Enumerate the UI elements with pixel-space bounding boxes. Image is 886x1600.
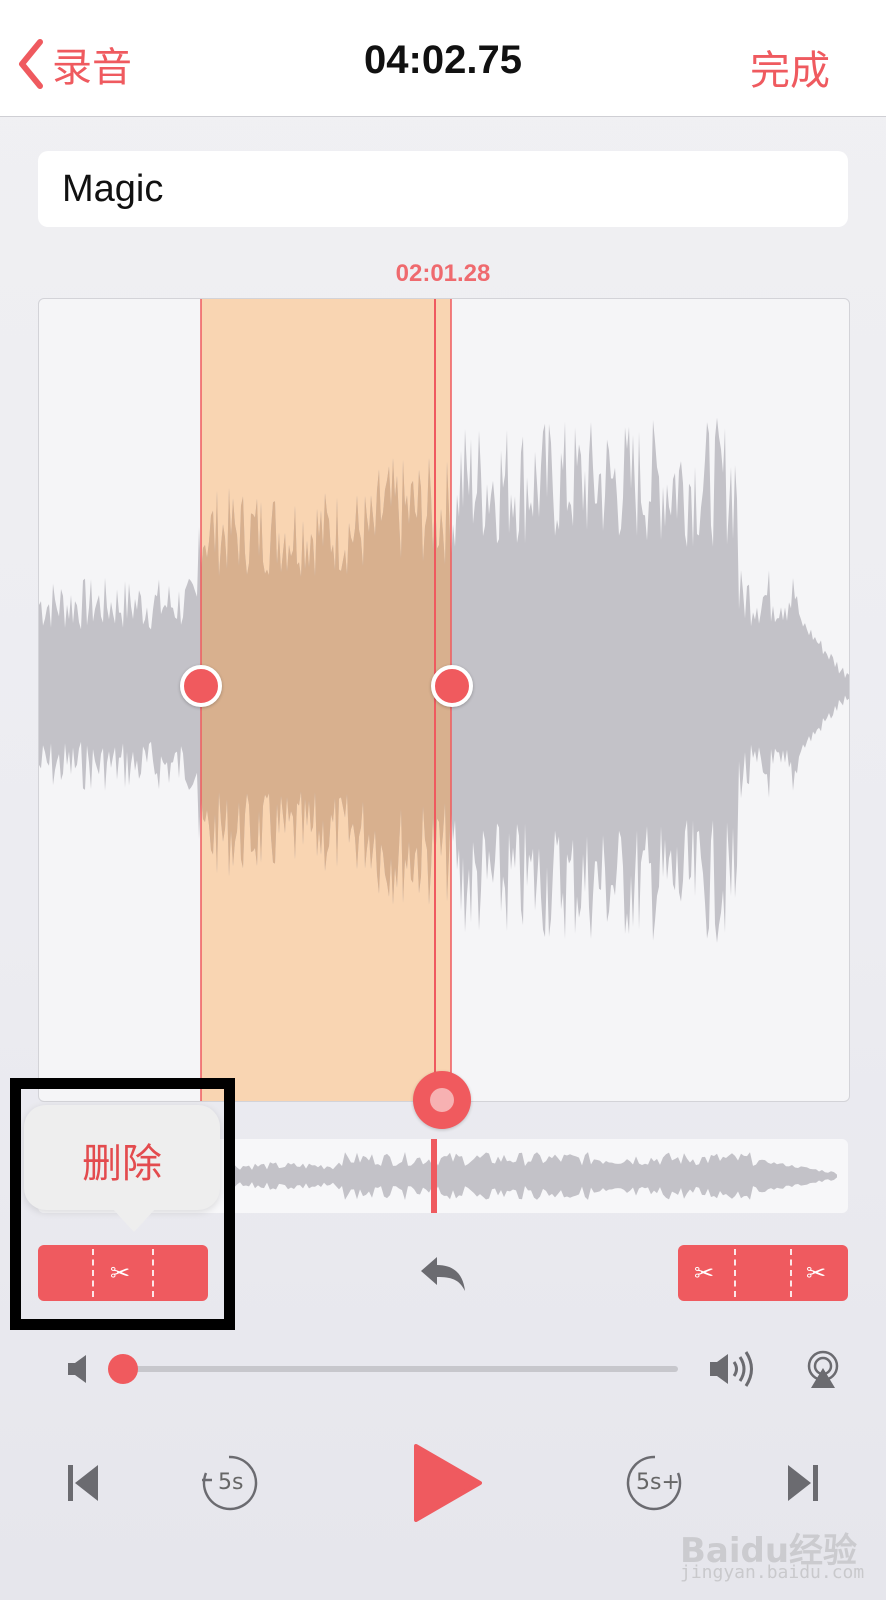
volume-slider-knob[interactable] — [108, 1354, 138, 1384]
annotation-highlight-box — [10, 1078, 235, 1330]
airplay-icon[interactable] — [806, 1350, 840, 1390]
selection-start-handle[interactable] — [180, 665, 222, 707]
scissors-icon: ✂ — [806, 1260, 827, 1287]
skip-back-label: 5s — [218, 1470, 244, 1495]
play-icon[interactable] — [412, 1444, 482, 1522]
volume-slider-track[interactable] — [122, 1366, 678, 1372]
done-button[interactable]: 完成 — [750, 38, 830, 96]
navigation-bar: 录音 04:02.75 完成 — [0, 0, 886, 117]
skip-to-start-icon[interactable] — [66, 1463, 100, 1503]
trim-ends-button[interactable]: ✂ ✂ — [678, 1245, 848, 1301]
volume-high-icon — [710, 1351, 753, 1387]
playhead-knob[interactable] — [413, 1071, 471, 1129]
skip-forward-label: 5s+ — [636, 1470, 680, 1495]
overview-waveform-shape — [228, 1152, 837, 1200]
recording-name-field[interactable] — [38, 151, 848, 227]
volume-low-icon — [68, 1355, 86, 1383]
overview-playhead — [431, 1139, 437, 1213]
skip-to-end-icon[interactable] — [786, 1463, 820, 1503]
current-time-label: 02:01.28 — [395, 260, 491, 287]
scissors-icon: ✂ — [694, 1260, 715, 1287]
watermark-url: jingyan.baidu.com — [680, 1562, 865, 1583]
trim-divider — [790, 1249, 792, 1297]
trim-divider — [734, 1249, 736, 1297]
undo-icon[interactable] — [419, 1255, 467, 1293]
selection-end-handle[interactable] — [431, 665, 473, 707]
